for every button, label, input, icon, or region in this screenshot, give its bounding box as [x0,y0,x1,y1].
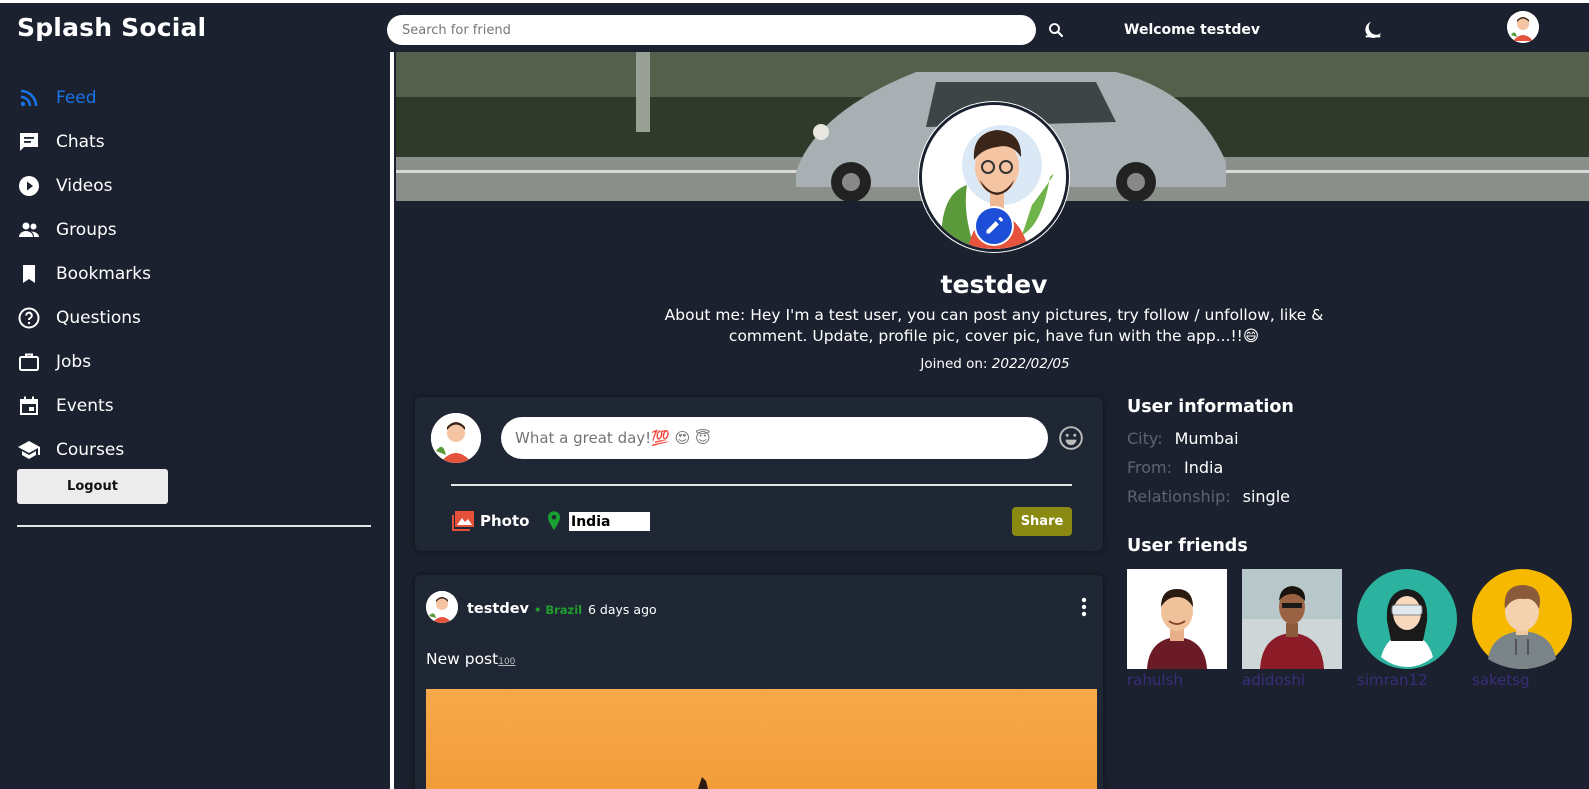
briefcase-icon [19,353,39,371]
app-logo[interactable]: Splash Social [17,13,206,42]
post-text-body: New post [426,650,499,668]
friend-avatar [1357,569,1457,669]
friend-card[interactable]: saketsg [1472,569,1572,689]
rss-icon [20,89,38,107]
sidebar-item-feed[interactable]: Feed [17,84,97,112]
sidebar-divider [17,525,371,527]
post-image[interactable] [426,689,1097,789]
sidebar-item-label: Jobs [56,352,92,372]
relationship-value: single [1242,487,1290,506]
pencil-icon [986,217,1003,234]
school-icon [18,441,40,459]
sidebar-item-label: Events [56,396,114,416]
sidebar-item-label: Feed [56,88,97,108]
photo-icon [452,511,474,531]
share-post-input[interactable] [501,417,1048,459]
post-text-emoji: 100 [498,657,516,667]
info-relationship: Relationship: single [1127,487,1290,506]
top-bar: Splash Social Welcome testdev [0,0,1589,52]
sidebar-item-label: Groups [56,220,117,240]
friend-card[interactable]: rahulsh [1127,569,1227,689]
photo-option[interactable]: Photo [451,510,529,532]
friend-avatar [1242,569,1342,669]
search-input[interactable] [387,15,1036,45]
sidebar: Feed Chats Videos Groups Bookmarks Quest… [0,52,387,789]
friend-avatar [1127,569,1227,669]
city-value: Mumbai [1174,429,1239,448]
logout-button[interactable]: Logout [17,469,168,504]
friend-name[interactable]: simran12 [1357,671,1457,689]
city-label: City: [1127,429,1163,448]
sidebar-item-groups[interactable]: Groups [17,216,117,244]
sidebar-item-courses[interactable]: Courses [17,436,124,464]
share-avatar [431,413,481,463]
profile-username: testdev [940,270,1048,299]
friend-card[interactable]: adidoshi [1242,569,1342,689]
friend-name[interactable]: saketsg [1472,671,1572,689]
dark-mode-icon[interactable] [1362,19,1384,41]
sidebar-item-chats[interactable]: Chats [17,128,105,156]
bookmark-icon [23,265,35,283]
user-friends-title: User friends [1127,536,1248,556]
more-vert-icon[interactable] [1074,596,1094,618]
play-circle-icon [19,176,39,196]
location-input[interactable] [569,512,650,531]
calendar-icon [20,396,38,415]
joined-label: Joined on: [920,356,992,372]
info-from: From: India [1127,458,1223,477]
help-circle-icon [18,307,40,329]
user-info-title: User information [1127,397,1294,417]
sidebar-item-jobs[interactable]: Jobs [17,348,91,376]
from-value: India [1184,458,1224,477]
edit-profile-picture-button[interactable] [974,206,1014,246]
photo-label: Photo [480,512,530,530]
from-label: From: [1127,458,1173,477]
friend-name[interactable]: rahulsh [1127,671,1227,689]
group-icon [19,222,39,237]
profile-about: About me: Hey I'm a test user, you can p… [664,306,1324,345]
friend-avatar [1472,569,1572,669]
welcome-text: Welcome testdev [1124,22,1260,38]
sidebar-item-label: Courses [56,440,125,460]
post-time: 6 days ago [588,602,657,617]
post-avatar[interactable] [426,591,458,623]
friend-card[interactable]: simran12 [1357,569,1457,689]
post-location: • Brazil [534,603,583,617]
user-avatar[interactable] [1507,11,1539,43]
location-pin-icon[interactable] [545,510,563,532]
sidebar-item-events[interactable]: Events [17,392,114,420]
info-city: City: Mumbai [1127,429,1239,448]
profile-joined: Joined on: 2022/02/05 [860,356,1130,372]
search-icon[interactable] [1047,21,1065,39]
sidebar-item-label: Chats [56,132,105,152]
sidebar-item-questions[interactable]: Questions [17,304,141,332]
sidebar-item-videos[interactable]: Videos [17,172,113,200]
vertical-divider [390,52,394,789]
post-username[interactable]: testdev [467,601,529,617]
relationship-label: Relationship: [1127,487,1231,506]
share-button[interactable]: Share [1012,507,1072,536]
friend-name[interactable]: adidoshi [1242,671,1342,689]
sidebar-item-label: Videos [56,176,113,196]
post-text: New post100 [426,650,515,668]
chat-icon [20,133,38,151]
sidebar-item-label: Bookmarks [56,264,151,284]
joined-date: 2022/02/05 [991,356,1070,372]
share-divider [451,484,1072,486]
sidebar-item-bookmarks[interactable]: Bookmarks [17,260,151,288]
emoji-icon[interactable] [1058,425,1084,451]
sidebar-item-label: Questions [56,308,141,328]
